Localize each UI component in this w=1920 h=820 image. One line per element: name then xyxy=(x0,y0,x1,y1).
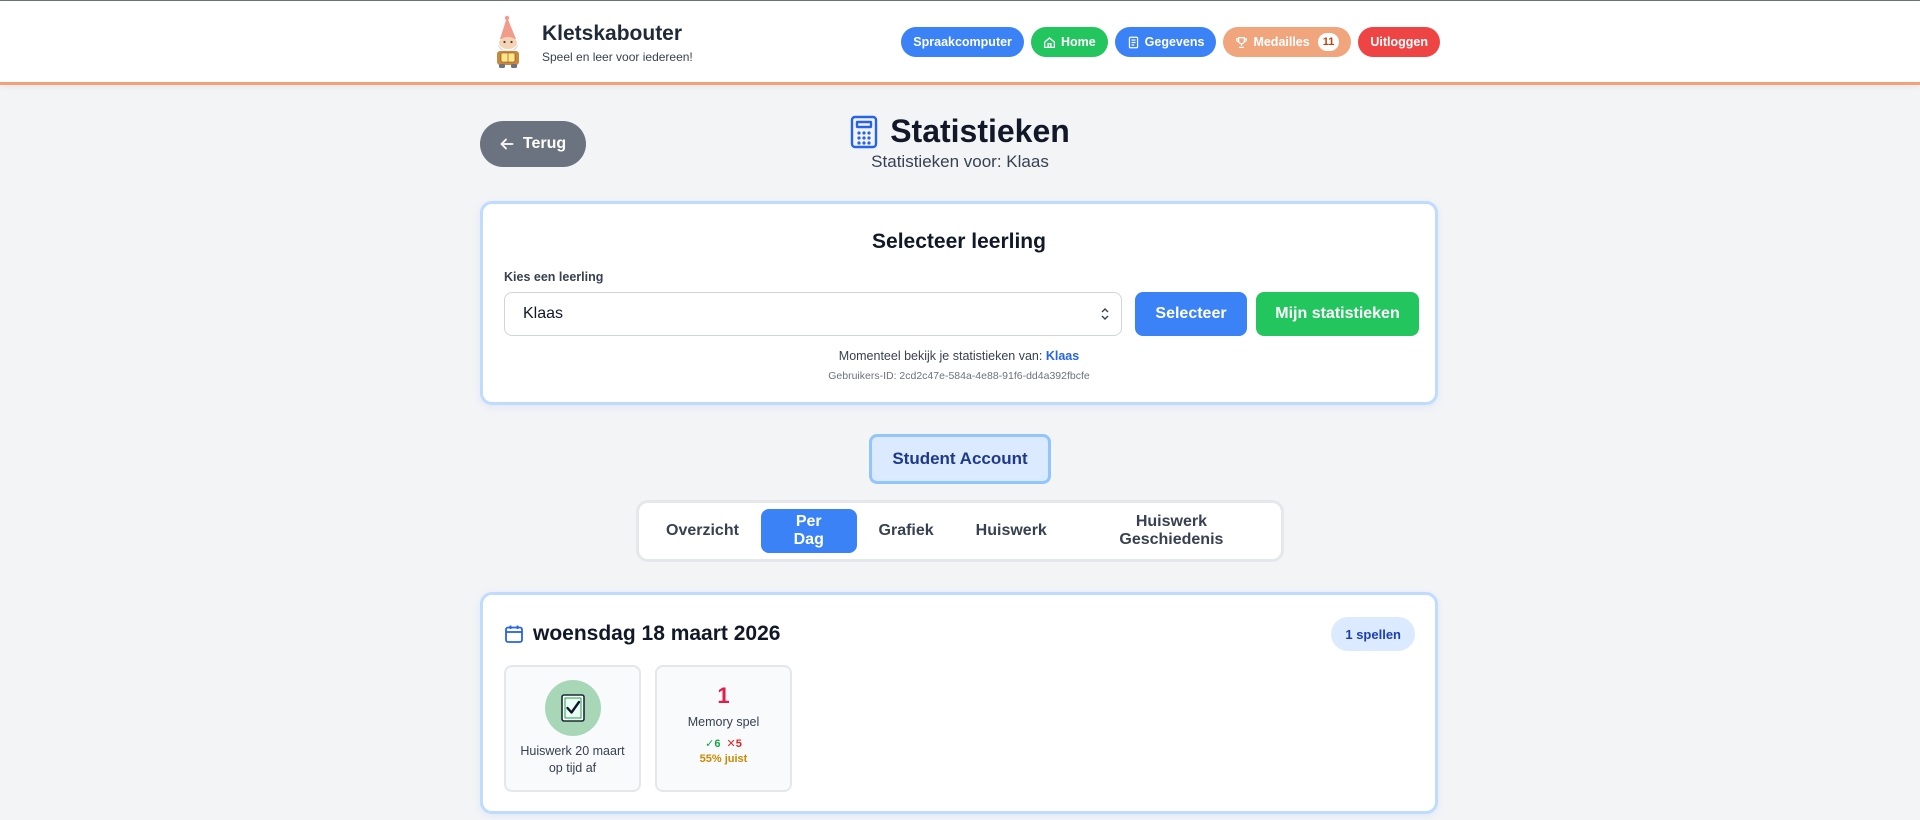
student-select-value: Klaas xyxy=(523,305,564,322)
account-type-badge: Student Account xyxy=(869,434,1051,484)
homework-tile: Huiswerk 20 maart op tijd af xyxy=(504,665,641,792)
nav-data-button[interactable]: Gegevens xyxy=(1114,27,1217,57)
stats-tabs: Overzicht Per Dag Grafiek Huiswerk Huisw… xyxy=(636,500,1284,562)
chevron-updown-icon xyxy=(1101,308,1109,320)
tab-homework-history[interactable]: Huiswerk Geschiedenis xyxy=(1069,509,1274,553)
logout-label: Uitloggen xyxy=(1370,35,1428,49)
select-student-card: Selecteer leerling Kies een leerling Kla… xyxy=(480,201,1438,405)
memory-game-count: 1 xyxy=(717,683,730,708)
nav-data-label: Gegevens xyxy=(1144,35,1205,49)
nav-speech-label: Spraakcomputer xyxy=(913,35,1012,49)
home-icon xyxy=(1043,36,1055,48)
calculator-icon xyxy=(850,115,878,148)
nav-medals-label: Medailles xyxy=(1253,35,1310,49)
gnome-logo-icon xyxy=(497,15,519,68)
tab-overview[interactable]: Overzicht xyxy=(646,509,759,553)
my-statistics-button[interactable]: Mijn statistieken xyxy=(1256,292,1419,336)
checked-document-icon xyxy=(560,694,585,722)
homework-tile-label: Huiswerk 20 maart op tijd af xyxy=(520,744,625,775)
wrong-count: ✕5 xyxy=(726,738,742,750)
calendar-icon xyxy=(505,625,523,643)
memory-game-percent: 55% juist xyxy=(699,753,748,765)
page-title: Statistieken xyxy=(890,113,1070,149)
tab-homework[interactable]: Huiswerk xyxy=(956,509,1067,553)
student-select-label: Kies een leerling xyxy=(504,270,604,284)
nav-home-label: Home xyxy=(1060,35,1096,49)
select-button[interactable]: Selecteer xyxy=(1135,292,1247,336)
medals-count-badge: 11 xyxy=(1317,33,1340,51)
day-date-title: woensdag 18 maart 2026 xyxy=(533,622,781,645)
trophy-icon xyxy=(1236,36,1248,48)
current-student-prefix: Momenteel bekijk je statistieken van: xyxy=(838,349,1043,363)
nav-home-button[interactable]: Home xyxy=(1030,27,1108,57)
brand-title: Kletskabouter xyxy=(542,21,683,45)
main-nav: Spraakcomputer Home Gegevens Medailles 1… xyxy=(901,27,1440,57)
tab-chart[interactable]: Grafiek xyxy=(859,509,954,553)
page-title-row: Statistieken xyxy=(0,113,1920,150)
document-icon xyxy=(1128,36,1138,48)
logout-button[interactable]: Uitloggen xyxy=(1358,27,1440,57)
top-bar: Kletskabouter Speel en leer voor iederee… xyxy=(0,1,1920,85)
games-count-badge: 1 spellen xyxy=(1331,617,1415,651)
select-student-title: Selecteer leerling xyxy=(872,230,1046,253)
student-select[interactable]: Klaas xyxy=(504,292,1122,336)
user-id-line: Gebruikers-ID: 2cd2c47e-584a-4e88-91f6-d… xyxy=(828,370,1090,382)
memory-game-score: ✓6 ✕5 xyxy=(657,737,790,750)
current-student-line: Momenteel bekijk je statistieken van: Kl… xyxy=(483,349,1435,363)
brand[interactable]: Kletskabouter Speel en leer voor iederee… xyxy=(490,15,693,69)
page-subtitle: Statistieken voor: Klaas xyxy=(871,152,1049,171)
tab-per-day[interactable]: Per Dag xyxy=(760,509,857,553)
correct-count: ✓6 xyxy=(705,738,721,750)
nav-speech-computer-button[interactable]: Spraakcomputer xyxy=(901,27,1024,57)
brand-subtitle: Speel en leer voor iedereen! xyxy=(542,49,693,64)
day-card: woensdag 18 maart 2026 1 spellen Huiswer… xyxy=(480,592,1438,814)
homework-icon-circle xyxy=(544,680,601,736)
memory-game-label: Memory spel xyxy=(687,715,760,729)
memory-game-tile: 1 Memory spel ✓6 ✕5 55% juist xyxy=(655,665,792,792)
nav-medals-button[interactable]: Medailles 11 xyxy=(1223,27,1352,57)
current-student-name: Klaas xyxy=(1045,349,1080,363)
